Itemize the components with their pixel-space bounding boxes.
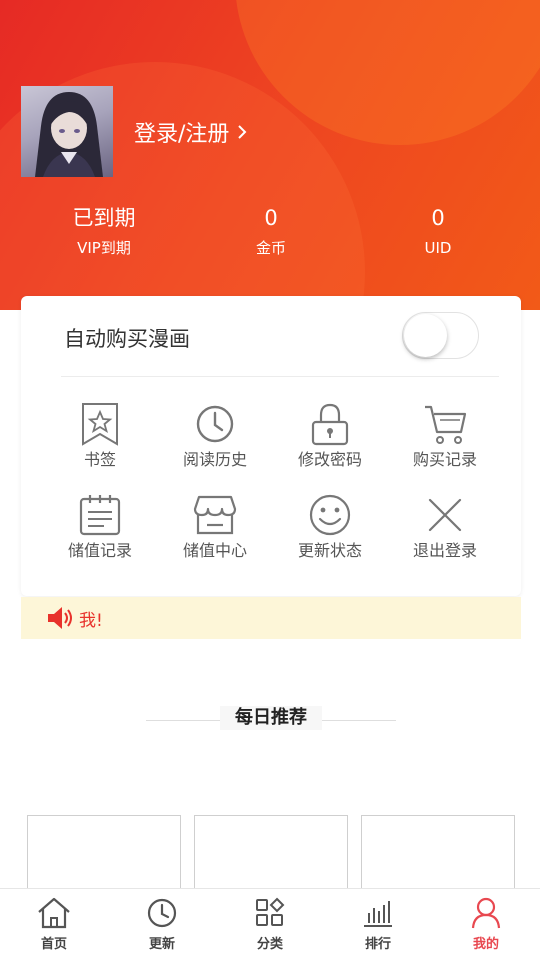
tab-home[interactable]: 首页 — [0, 889, 108, 960]
clock-icon — [196, 405, 234, 443]
menu-item-logout[interactable]: 退出登录 — [387, 493, 503, 561]
tab-label: 排行 — [364, 937, 391, 952]
menu-item-history[interactable]: 阅读历史 — [157, 402, 273, 470]
login-register-label: 登录/注册 — [134, 122, 230, 147]
menu-item-label: 更新状态 — [297, 541, 362, 560]
stat-uid: 0 UID — [368, 204, 508, 258]
stat-value: 0 — [431, 206, 445, 230]
login-register-link[interactable]: 登录/注册 — [134, 116, 247, 148]
menu-item-label: 书签 — [83, 450, 116, 469]
menu-item-bookmark[interactable]: 书签 — [42, 402, 158, 470]
home-icon — [38, 897, 70, 929]
store-icon — [193, 495, 237, 535]
daily-recommend-header: 每日推荐 — [0, 706, 540, 734]
user-icon — [471, 897, 501, 929]
tab-label: 更新 — [148, 937, 175, 952]
category-icon — [256, 897, 285, 926]
section-title: 每日推荐 — [220, 706, 322, 730]
menu-item-label: 购买记录 — [412, 450, 477, 469]
auto-buy-label: 自动购买漫画 — [64, 327, 190, 351]
menu-item-label: 储值记录 — [67, 541, 132, 560]
stat-label: 金币 — [255, 239, 286, 257]
toggle-knob — [404, 314, 447, 357]
tab-label: 我的 — [472, 937, 499, 952]
menu-item-purchase-history[interactable]: 购买记录 — [387, 402, 503, 470]
calendar-list-icon — [79, 495, 121, 536]
auto-buy-toggle[interactable] — [402, 312, 479, 359]
bookmark-icon — [82, 403, 118, 446]
tab-updates[interactable]: 更新 — [108, 889, 216, 960]
divider — [322, 720, 396, 721]
menu-item-recharge-center[interactable]: 储值中心 — [157, 493, 273, 561]
ranking-icon — [364, 901, 392, 927]
notice-text: 我! — [79, 610, 103, 631]
tab-category[interactable]: 分类 — [216, 889, 324, 960]
menu-item-label: 退出登录 — [412, 541, 477, 560]
tab-label: 分类 — [256, 937, 283, 952]
stat-coins: 0 金币 — [201, 204, 341, 258]
avatar-image — [35, 92, 103, 177]
stat-value: 0 — [264, 206, 278, 230]
stat-label: VIP到期 — [77, 239, 131, 257]
stat-value: 已到期 — [72, 206, 136, 230]
menu-item-label: 阅读历史 — [182, 450, 247, 469]
smile-icon — [309, 494, 351, 536]
stat-vip: 已到期 VIP到期 — [34, 204, 174, 258]
menu-card: 自动购买漫画 书签 阅读历史 修改密码 购买记录 储值记录 储值中心 更新状态 … — [21, 296, 521, 596]
chevron-right-icon — [238, 125, 247, 139]
tab-mine[interactable]: 我的 — [432, 889, 540, 960]
menu-item-change-password[interactable]: 修改密码 — [272, 402, 388, 470]
speaker-icon — [48, 607, 72, 629]
menu-item-label: 储值中心 — [182, 541, 247, 560]
stat-label: UID — [424, 239, 452, 257]
bottom-tab-bar: 首页 更新 分类 排行 我的 — [0, 888, 540, 960]
lock-icon — [311, 403, 349, 446]
clock-icon — [147, 898, 177, 928]
divider — [146, 720, 220, 721]
notice-bar[interactable]: 我! — [21, 597, 521, 639]
cart-icon — [425, 405, 467, 444]
close-icon — [428, 498, 462, 532]
tab-ranking[interactable]: 排行 — [324, 889, 432, 960]
tab-label: 首页 — [40, 937, 67, 952]
menu-item-recharge-history[interactable]: 储值记录 — [42, 493, 158, 561]
divider — [61, 376, 499, 377]
avatar[interactable] — [21, 86, 113, 177]
menu-item-label: 修改密码 — [297, 450, 362, 469]
menu-item-update-status[interactable]: 更新状态 — [272, 493, 388, 561]
